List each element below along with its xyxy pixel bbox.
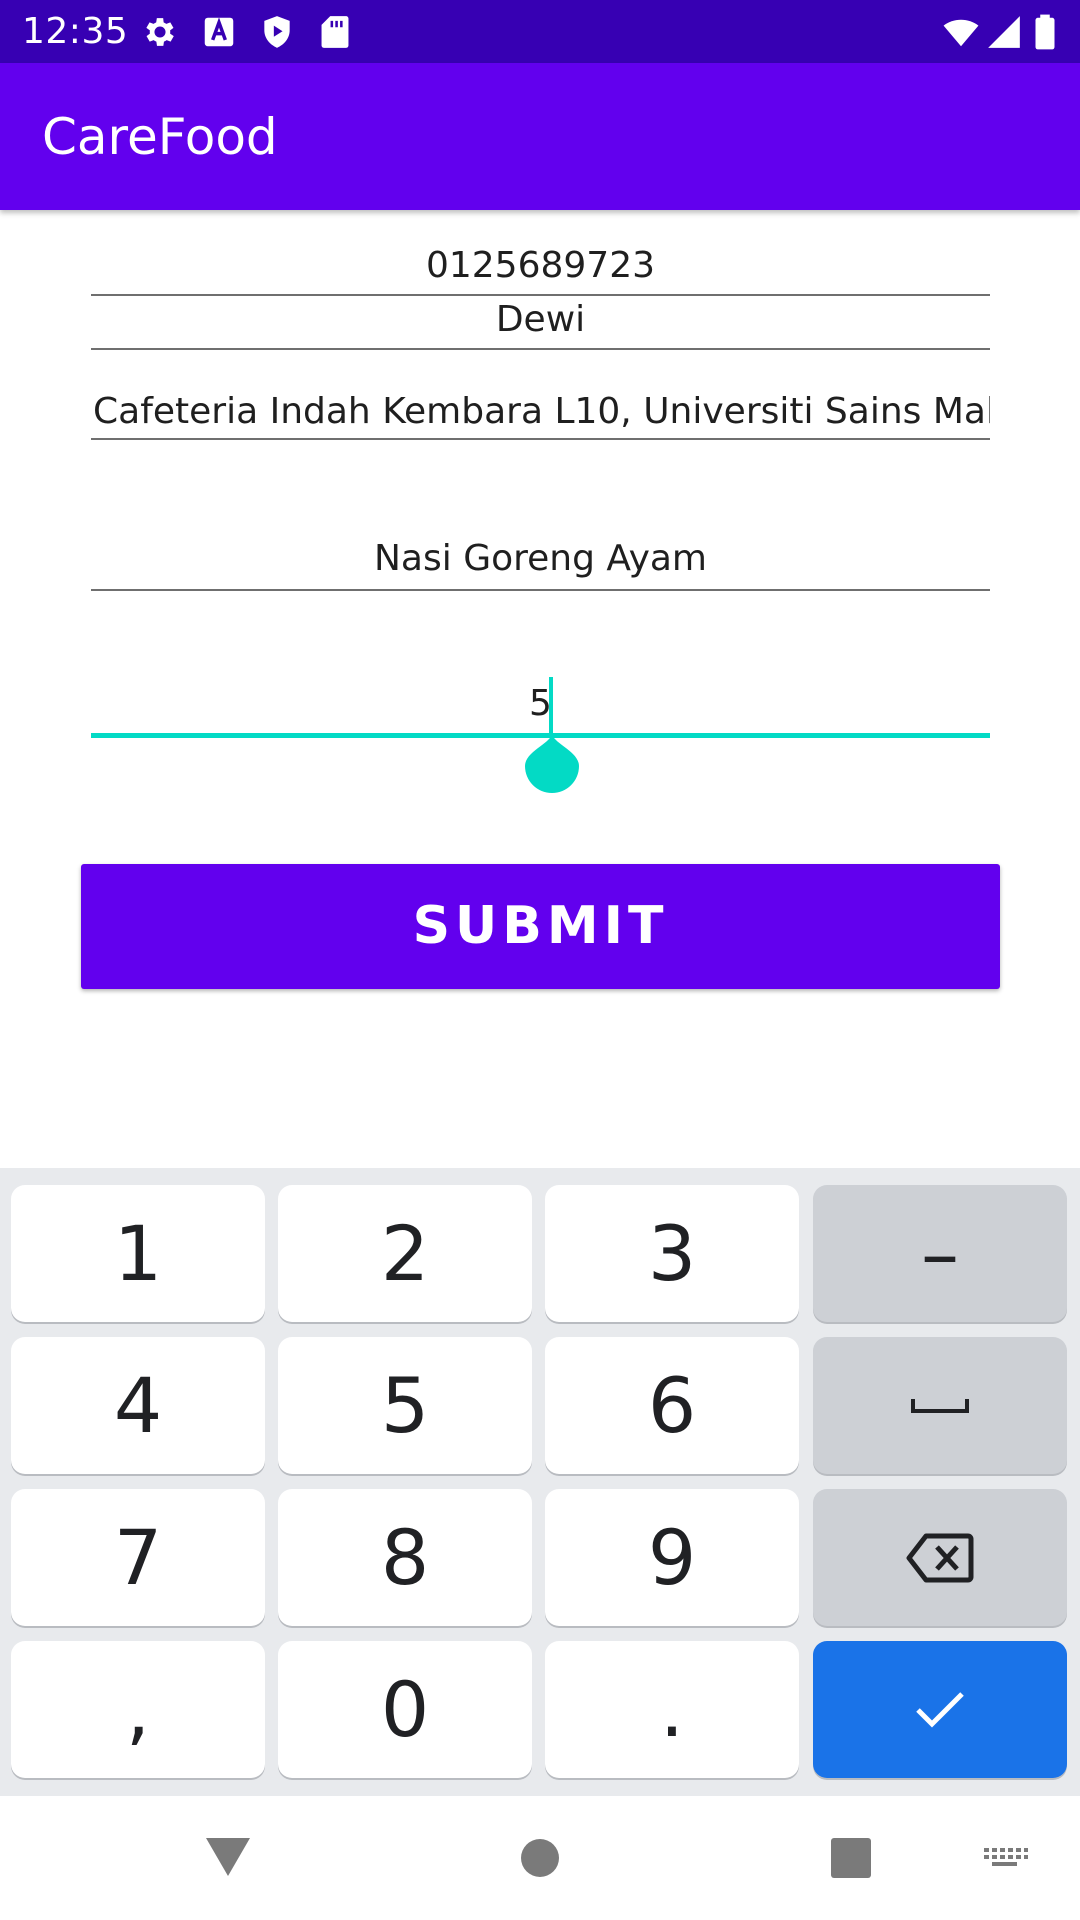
key-5[interactable]: 5 (278, 1337, 532, 1474)
home-circle-icon[interactable] (510, 1826, 570, 1886)
play-protect-icon (258, 13, 296, 51)
settings-icon (141, 13, 179, 51)
food-field[interactable]: Nasi Goreng Ayam (91, 535, 990, 591)
keyboard-switch-icon[interactable] (980, 1826, 1030, 1886)
phone-field[interactable]: 0125689723 (91, 242, 990, 296)
name-value: Dewi (495, 299, 586, 340)
key-0[interactable]: 0 (278, 1641, 532, 1778)
name-field[interactable]: Dewi (91, 296, 990, 350)
recents-square-icon[interactable] (820, 1826, 880, 1886)
quantity-field[interactable]: 5 (91, 672, 990, 738)
sd-card-icon (316, 13, 354, 51)
a-box-icon (200, 13, 238, 51)
navigation-bar (0, 1796, 1080, 1920)
key-4[interactable]: 4 (11, 1337, 265, 1474)
key-7[interactable]: 7 (11, 1489, 265, 1626)
app-bar: CareFood (0, 63, 1080, 210)
key-1[interactable]: 1 (11, 1185, 265, 1322)
space-icon (911, 1398, 969, 1413)
signal-icon (985, 13, 1023, 51)
app-title: CareFood (42, 108, 278, 166)
back-triangle-icon[interactable] (198, 1826, 258, 1886)
food-value: Nasi Goreng Ayam (374, 538, 707, 579)
key-3[interactable]: 3 (545, 1185, 799, 1322)
done-key[interactable] (813, 1641, 1067, 1778)
numeric-keyboard: 1 2 3 – 4 5 6 7 8 9 , 0 . (0, 1168, 1080, 1796)
address-value: Cafeteria Indah Kembara L10, Universiti … (93, 391, 990, 432)
key-8[interactable]: 8 (278, 1489, 532, 1626)
wifi-icon (942, 13, 980, 51)
address-field[interactable]: Cafeteria Indah Kembara L10, Universiti … (91, 388, 990, 440)
phone-value: 0125689723 (425, 245, 656, 286)
check-icon (916, 1691, 964, 1728)
key-9[interactable]: 9 (545, 1489, 799, 1626)
key-dash[interactable]: – (813, 1185, 1067, 1322)
backspace-key[interactable] (813, 1489, 1067, 1626)
backspace-icon (906, 1533, 974, 1582)
space-key[interactable] (813, 1337, 1067, 1474)
cursor-handle[interactable] (525, 733, 579, 793)
key-2[interactable]: 2 (278, 1185, 532, 1322)
status-time: 12:35 (22, 11, 129, 52)
status-bar: 12:35 (0, 0, 1080, 63)
battery-icon (1030, 13, 1060, 51)
key-comma[interactable]: , (11, 1641, 265, 1778)
text-cursor (549, 677, 553, 735)
submit-button[interactable]: SUBMIT (81, 864, 1000, 989)
key-period[interactable]: . (545, 1641, 799, 1778)
key-6[interactable]: 6 (545, 1337, 799, 1474)
